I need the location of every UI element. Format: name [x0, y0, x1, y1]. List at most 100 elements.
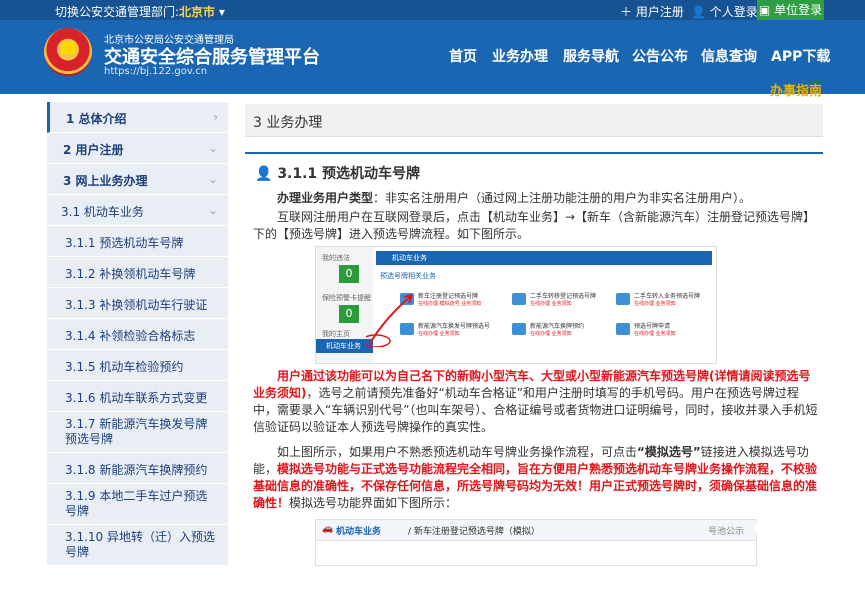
sidebar-item-label: 3.1.6 机动车联系方式变更 [65, 391, 208, 405]
sidebar-item-vehicle-business[interactable]: 3.1 机动车业务 ⌄ [47, 195, 228, 226]
page-title: 3 业务办理 [253, 115, 323, 131]
card-title: 新能源汽车换发号牌预选号 [418, 323, 491, 330]
car-icon: 🚗 [322, 524, 334, 534]
sidebar-item-label: 3.1.3 补换领机动车行驶证 [65, 298, 208, 312]
simulation-text-a: 如上图所示，如果用户不熟悉预选机动车号牌业务操作流程，可点击 [277, 445, 638, 459]
watermark-site: chexun.com [787, 538, 836, 547]
crumb-simulation: / 新车注册登记预选号牌（模拟） [408, 527, 540, 537]
vehicle-business-screenshot: 我的违法 0 保险预警卡提醒 0 我的主页 机动车业务 机动车业务 预选号牌相关… [315, 246, 717, 364]
unit-login-button[interactable]: ▣ 单位登录 [757, 0, 824, 20]
sidebar-item-label: 3.1.9 本地二手车过户预选号牌 [65, 489, 208, 518]
screenshot-violations-label: 我的违法 [322, 254, 350, 262]
card-title: 二手车转入业务预选号牌 [634, 293, 701, 300]
sidebar-item-label: 3.1.4 补领检验合格标志 [65, 329, 196, 343]
sidebar-item-3-1-9[interactable]: 3.1.9 本地二手车过户预选号牌 [47, 484, 228, 525]
crumb-vehicle: 机动车业务 [336, 527, 382, 537]
nav-service-guide[interactable]: 服务导航 [563, 46, 619, 66]
screenshot-sidebar: 我的违法 0 保险预警卡提醒 0 我的主页 机动车业务 [316, 247, 373, 363]
site-url: https://bj.122.gov.cn [104, 66, 208, 77]
nav-home[interactable]: 首页 [449, 46, 477, 66]
nav-announcements[interactable]: 公告公布 [632, 46, 688, 66]
card-icon [512, 323, 526, 335]
red-arrow-icon [366, 294, 413, 347]
screenshot-header: 机动车业务 [376, 251, 712, 265]
chevron-down-icon: ⌄ [207, 203, 218, 217]
screenshot-vehicle-menu: 机动车业务 [316, 339, 373, 353]
unit-login-label: 单位登录 [774, 3, 823, 17]
number-pool-link: 号池公示 [707, 527, 744, 537]
feature-text: ，选号之前请预先准备好“机动车合格证”和用户注册时填写的手机号码。用户在预选号牌… [253, 386, 818, 434]
card-title: 新车注册登记预选号牌 [418, 293, 479, 300]
section-title: 👤 3.1.1 预选机动车号牌 [255, 163, 420, 183]
sidebar-item-online-business[interactable]: 3 网上业务办理 ⌄ [47, 164, 228, 195]
sidebar-item-3-1-2[interactable]: 3.1.2 补换领机动车号牌 [47, 257, 228, 288]
guide-label: 办事指南 [770, 84, 823, 99]
sidebar-item-3-1-10[interactable]: 3.1.10 异地转（迁）入预选号牌 [47, 525, 228, 566]
login-label: 个人登录 [709, 5, 758, 19]
sidebar-item-3-1-6[interactable]: 3.1.6 机动车联系方式变更 [47, 381, 228, 412]
section-title-text: 3.1.1 预选机动车号牌 [277, 166, 421, 182]
sidebar-item-3-1-5[interactable]: 3.1.5 机动车检验预约 [47, 350, 228, 381]
sidebar-item-label: 3.1 机动车业务 [61, 205, 144, 219]
chevron-right-icon: › [213, 110, 218, 124]
card-title: 预选号牌申请 [634, 323, 671, 330]
city-prefix: 切换公安交通管理部门: [55, 5, 180, 19]
paragraph-feature: 用户通过该功能可以为自己名下的新购小型汽车、大型或小型新能源汽车预选号牌(详情请… [253, 368, 818, 436]
city-switcher[interactable]: 切换公安交通管理部门:北京市 ▾ [55, 3, 225, 20]
site-header: 北京市公安局公安交通管理局 交通安全综合服务管理平台 https://bj.12… [0, 20, 865, 99]
sidebar-item-label: 3 网上业务办理 [63, 174, 148, 188]
user-type-text: ：非实名注册用户（通过网上注册功能注册的用户为非实名注册用户）。 [373, 191, 752, 205]
card-title: 二手车转移登记预选号牌 [530, 293, 597, 300]
card-links: 在线办理 业务须知 [634, 331, 676, 337]
top-bar: 切换公安交通管理部门:北京市 ▾ ＋ 用户注册 👤 个人登录 ▣ 单位登录 [0, 0, 865, 20]
nav-app-download[interactable]: APP下载 [771, 46, 830, 66]
nav-business[interactable]: 业务办理 [492, 46, 548, 66]
card-icon [616, 293, 630, 305]
sidebar-item-label: 1 总体介绍 [66, 112, 127, 126]
police-emblem-icon [44, 28, 92, 76]
screenshot-insurance-label: 保险预警卡提醒 [322, 294, 371, 302]
login-link[interactable]: 👤 个人登录 [691, 3, 758, 20]
city-name: 北京市 [179, 5, 216, 19]
sidebar-item-label: 3.1.5 机动车检验预约 [65, 360, 184, 374]
chevron-down-icon: ⌄ [207, 141, 218, 155]
simulation-text-c: 模拟选号功能界面如下图所示： [289, 496, 458, 510]
sidebar-item-3-1-3[interactable]: 3.1.3 补换领机动车行驶证 [47, 288, 228, 319]
sidebar-item-3-1-4[interactable]: 3.1.4 补领检验合格标志 [47, 319, 228, 350]
sidebar-item-overview[interactable]: 1 总体介绍 › [47, 102, 228, 133]
sidebar-item-label: 3.1.2 补换领机动车号牌 [65, 267, 196, 281]
register-label: 用户注册 [635, 5, 684, 19]
simulation-breadcrumb-bar: 🚗 机动车业务 / 新车注册登记预选号牌（模拟） 号池公示 [316, 520, 756, 541]
paragraph-simulation: 如上图所示，如果用户不熟悉预选机动车号牌业务操作流程，可点击“模拟选号”链接进入… [253, 444, 818, 512]
screenshot-subtitle: 预选号牌相关业务 [380, 272, 436, 280]
watermark-brand: 车讯网 [785, 518, 803, 591]
card-used-car-plate: 二手车转移登记预选号牌 在线办理 业务须知 [512, 291, 612, 309]
screenshot-home-label: 我的主页 [322, 330, 350, 338]
card-links: 在线办理 业务须知 [418, 331, 460, 337]
card-plate-apply: 预选号牌申请 在线办理 业务须知 [616, 321, 716, 339]
card-title: 新能源汽车换牌预约 [530, 323, 585, 330]
card-transfer-in-plate: 二手车转入业务预选号牌 在线办理 业务须知 [616, 291, 716, 309]
sidebar: 1 总体介绍 › 2 用户注册 ⌄ 3 网上业务办理 ⌄ 3.1 机动车业务 ⌄ 3.1… [47, 102, 228, 566]
sidebar-item-3-1-7[interactable]: 3.1.7 新能源汽车换发号牌预选号牌 [47, 412, 228, 453]
card-links: 在线办理 模拟选号 业务须知 [418, 301, 482, 307]
sidebar-item-3-1-1[interactable]: 3.1.1 预选机动车号牌 [47, 226, 228, 257]
sidebar-item-3-1-8[interactable]: 3.1.8 新能源汽车换牌预约 [47, 453, 228, 484]
chexun-logo-icon [755, 514, 783, 542]
paragraph-entry: 互联网注册用户在互联网登录后，点击【机动车业务】→【新车（含新能源汽车）注册登记… [253, 210, 816, 241]
simulation-screenshot: 🚗 机动车业务 / 新车注册登记预选号牌（模拟） 号池公示 [315, 519, 757, 566]
violations-count: 0 [339, 265, 359, 283]
simulation-link[interactable]: “模拟选号” [637, 445, 701, 459]
user-icon: 👤 [255, 166, 273, 182]
card-links: 在线办理 业务须知 [634, 301, 676, 307]
card-links: 在线办理 业务须知 [530, 331, 572, 337]
card-icon [512, 293, 526, 305]
card-icon [616, 323, 630, 335]
card-links: 在线办理 业务须知 [530, 301, 572, 307]
chevron-down-icon: ⌄ [207, 172, 218, 186]
nav-info-query[interactable]: 信息查询 [701, 46, 757, 66]
sidebar-item-register[interactable]: 2 用户注册 ⌄ [47, 133, 228, 164]
register-link[interactable]: ＋ 用户注册 [620, 3, 684, 20]
page-heading-bar: 3 业务办理 [245, 104, 823, 137]
sidebar-item-label: 2 用户注册 [63, 143, 124, 157]
